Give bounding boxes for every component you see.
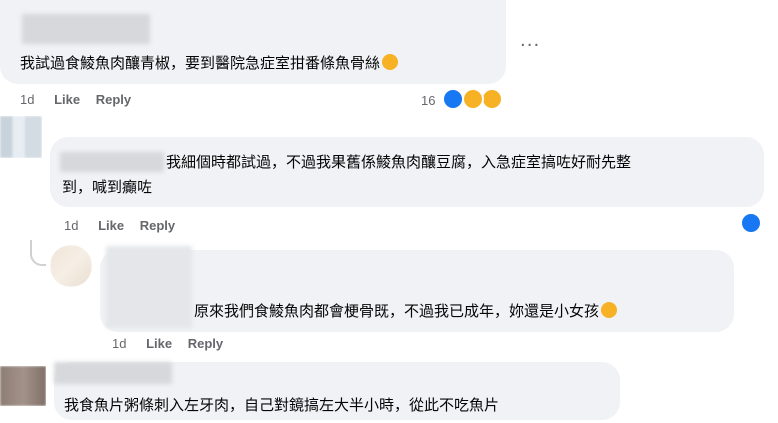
reply-button[interactable]: Reply [96,92,131,107]
like-button[interactable]: Like [146,336,172,351]
like-button[interactable]: Like [98,218,124,233]
timestamp[interactable]: 1d [64,218,78,233]
wow-icon[interactable] [462,88,484,110]
avatar[interactable] [50,245,92,287]
thread-line [30,240,46,266]
more-options-button[interactable]: ... [520,30,540,51]
redacted-name [60,152,164,172]
sad-icon[interactable] [481,88,503,110]
reply-button[interactable]: Reply [188,336,223,351]
redacted-name [22,14,150,44]
reply-button[interactable]: Reply [140,218,175,233]
redacted-name [106,246,192,328]
redacted-name [54,362,172,384]
avatar[interactable] [0,116,42,158]
like-button[interactable]: Like [54,92,80,107]
comment-text-2-line2: 到，喊到癲咗 [62,178,153,196]
like-icon[interactable] [740,212,762,234]
laughing-tears-face-icon [601,302,618,318]
comment-text-3: 原來我們食鯪魚肉都會梗骨既，不過我已成年，妳還是小女孩 [194,298,618,324]
comment-meta-2: 1d Like Reply [64,218,175,233]
comment-meta-3: 1d Like Reply [112,336,223,351]
timestamp[interactable]: 1d [20,92,34,107]
reaction-count[interactable]: 16 [421,93,435,108]
downcast-face-icon [382,54,399,70]
comment-text-4: 我食魚片粥條刺入左牙肉，自己對鏡搞左大半小時，從此不吃魚片 [64,396,500,414]
avatar[interactable] [0,366,46,406]
comment-text-2-line1: 我細個時都試過，不過我果舊係鯪魚肉釀豆腐，入急症室搞咗好耐先整 [166,153,632,171]
comment-meta-1: 1d Like Reply [20,92,131,107]
like-icon[interactable] [442,88,464,110]
timestamp[interactable]: 1d [112,336,126,351]
comment-text-1: 我試過食鯪魚肉釀青椒，要到醫院急症室拑番條魚骨絲 [20,50,399,76]
